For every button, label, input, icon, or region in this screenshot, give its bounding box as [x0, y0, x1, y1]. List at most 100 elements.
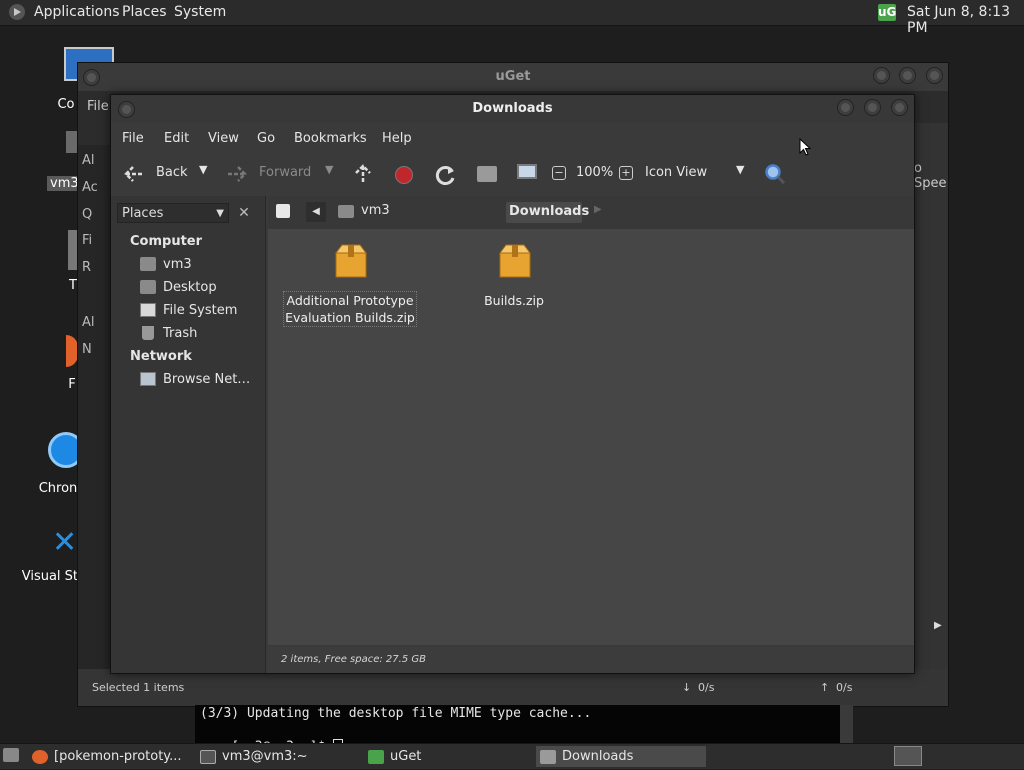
- sidebar-item-label: File System: [163, 303, 238, 318]
- path-segment-label: Downloads: [509, 204, 590, 219]
- close-sidebar-icon[interactable]: ✕: [234, 204, 254, 224]
- terminal-icon: [200, 749, 216, 764]
- reload-icon[interactable]: [435, 164, 457, 186]
- uget-category-item[interactable]: Fi: [82, 233, 92, 248]
- minimize-button[interactable]: [837, 99, 854, 116]
- workspace-switcher[interactable]: [894, 746, 922, 766]
- maximize-button[interactable]: [864, 99, 881, 116]
- search-icon[interactable]: [764, 163, 786, 185]
- drive-icon: [140, 303, 156, 317]
- uget-category-item[interactable]: Al: [82, 315, 95, 330]
- status-text: 2 items, Free space: 27.5 GB: [281, 654, 426, 665]
- upload-speed-icon: ↑: [820, 681, 830, 694]
- taskbar-item-downloads[interactable]: Downloads: [536, 746, 706, 767]
- uget-minimize-button[interactable]: [873, 67, 890, 84]
- uget-tray-icon[interactable]: uG: [878, 4, 896, 21]
- zoom-in-icon[interactable]: +: [619, 166, 633, 180]
- network-icon: [140, 372, 156, 386]
- sidebar-mode-label: Places: [122, 206, 164, 221]
- menu-edit[interactable]: Edit: [164, 131, 189, 146]
- location-bar: ◀ vm3 Downloads ▶: [268, 196, 914, 229]
- taskbar-item-label: vm3@vm3:~: [222, 749, 308, 764]
- taskbar-item-uget[interactable]: uGet: [368, 746, 533, 767]
- menu-bookmarks[interactable]: Bookmarks: [294, 131, 367, 146]
- up-arrow-icon[interactable]: [353, 163, 373, 185]
- uget-window-menu-icon[interactable]: [83, 69, 100, 86]
- downloads-window: Downloads File Edit View Go Bookmarks He…: [110, 94, 915, 674]
- sidebar-item-label: Desktop: [163, 280, 217, 295]
- uget-scroll-right-icon[interactable]: ▶: [934, 620, 942, 631]
- zoom-out-icon[interactable]: −: [552, 166, 566, 180]
- home-folder-icon: [140, 257, 156, 271]
- terminal-output-line: (3/3) Updating the desktop file MIME typ…: [200, 706, 592, 721]
- downloads-titlebar[interactable]: Downloads: [111, 95, 914, 123]
- bottom-panel: [pokemon-prototy... vm3@vm3:~ uGet Downl…: [0, 743, 1024, 769]
- show-desktop-icon[interactable]: [3, 748, 19, 762]
- download-speed-icon: ↓: [682, 681, 692, 694]
- computer-icon[interactable]: [517, 164, 537, 179]
- uget-speed-column-header[interactable]: o Spee: [914, 161, 948, 191]
- stop-icon[interactable]: [395, 166, 413, 184]
- path-segment-downloads[interactable]: Downloads: [506, 202, 589, 223]
- mouse-cursor-icon: [799, 138, 811, 156]
- menu-help[interactable]: Help: [382, 131, 412, 146]
- path-scroll-left-icon[interactable]: ◀: [306, 202, 326, 222]
- uget-download-speed: 0/s: [698, 681, 715, 694]
- top-panel: Applications Places System uG Sat Jun 8,…: [0, 0, 1024, 36]
- forward-arrow-icon: [228, 166, 247, 182]
- window-menu-icon[interactable]: [118, 101, 135, 118]
- zip-archive-icon: [499, 244, 531, 278]
- toolbar: Back ▼ Forward ▼ − 100% + Icon View ▼: [111, 155, 914, 195]
- edit-location-icon[interactable]: [276, 204, 290, 218]
- menu-file[interactable]: File: [122, 131, 144, 146]
- menubar: File Edit View Go Bookmarks Help: [111, 125, 914, 153]
- terminal-window[interactable]: (3/3) Updating the desktop file MIME typ…: [195, 705, 853, 755]
- uget-close-button[interactable]: [926, 67, 943, 84]
- home-icon[interactable]: [477, 166, 497, 182]
- back-arrow-icon[interactable]: [123, 164, 145, 184]
- file-item[interactable]: Builds.zip: [464, 239, 564, 309]
- file-item[interactable]: Additional Prototype Evaluation Builds.z…: [283, 239, 417, 327]
- back-history-dropdown-icon[interactable]: ▼: [199, 163, 207, 176]
- menu-go[interactable]: Go: [257, 131, 275, 146]
- places-menu[interactable]: Places: [122, 4, 167, 20]
- uget-category-item[interactable]: Q: [82, 207, 92, 222]
- view-mode-dropdown-icon[interactable]: ▼: [736, 163, 744, 176]
- uget-category-item[interactable]: Al: [82, 153, 95, 168]
- uget-category-item[interactable]: Ac: [82, 180, 98, 195]
- uget-maximize-button[interactable]: [899, 67, 916, 84]
- vscode-icon[interactable]: ✕: [52, 528, 77, 558]
- clock[interactable]: Sat Jun 8, 8:13 PM: [907, 4, 1024, 36]
- applications-menu[interactable]: Applications: [34, 4, 120, 20]
- taskbar-item-label: Downloads: [562, 749, 634, 764]
- forward-history-dropdown-icon: ▼: [325, 163, 334, 176]
- uget-selected-count: Selected 1 items: [92, 681, 185, 694]
- uget-menu-file[interactable]: File: [87, 99, 109, 114]
- uget-category-item[interactable]: R: [82, 260, 91, 275]
- uget-upload-speed: 0/s: [836, 681, 853, 694]
- zoom-level[interactable]: 100%: [576, 165, 613, 180]
- menu-view[interactable]: View: [208, 131, 239, 146]
- sidebar-heading-computer: Computer: [130, 234, 203, 249]
- terminal-scrollbar[interactable]: [840, 705, 853, 743]
- uget-list-edge: o Spee ▶: [912, 123, 948, 669]
- sidebar-item-label: Browse Net…: [163, 372, 251, 387]
- file-name: Additional Prototype Evaluation Builds.z…: [283, 291, 417, 327]
- uget-category-item[interactable]: N: [82, 342, 92, 357]
- places-sidebar: Places ▼ ✕ Computer vm3 Desktop File Sys…: [111, 196, 266, 673]
- uget-titlebar[interactable]: uGet: [78, 63, 948, 91]
- file-icon-view[interactable]: Additional Prototype Evaluation Builds.z…: [268, 229, 914, 645]
- home-folder-icon: [338, 205, 354, 218]
- view-mode-select[interactable]: Icon View: [645, 165, 707, 180]
- close-button[interactable]: [891, 99, 908, 116]
- path-scroll-right-icon[interactable]: ▶: [594, 204, 602, 215]
- sidebar-mode-select[interactable]: Places ▼: [117, 203, 229, 223]
- distro-logo-icon[interactable]: [9, 4, 25, 20]
- forward-button[interactable]: Forward: [259, 165, 311, 180]
- system-menu[interactable]: System: [174, 4, 226, 20]
- back-button[interactable]: Back: [156, 165, 188, 180]
- taskbar-item-terminal[interactable]: vm3@vm3:~: [200, 746, 365, 767]
- zip-archive-icon: [335, 244, 367, 278]
- taskbar-item-firefox[interactable]: [pokemon-prototy...: [32, 746, 197, 767]
- uget-icon: [368, 749, 384, 764]
